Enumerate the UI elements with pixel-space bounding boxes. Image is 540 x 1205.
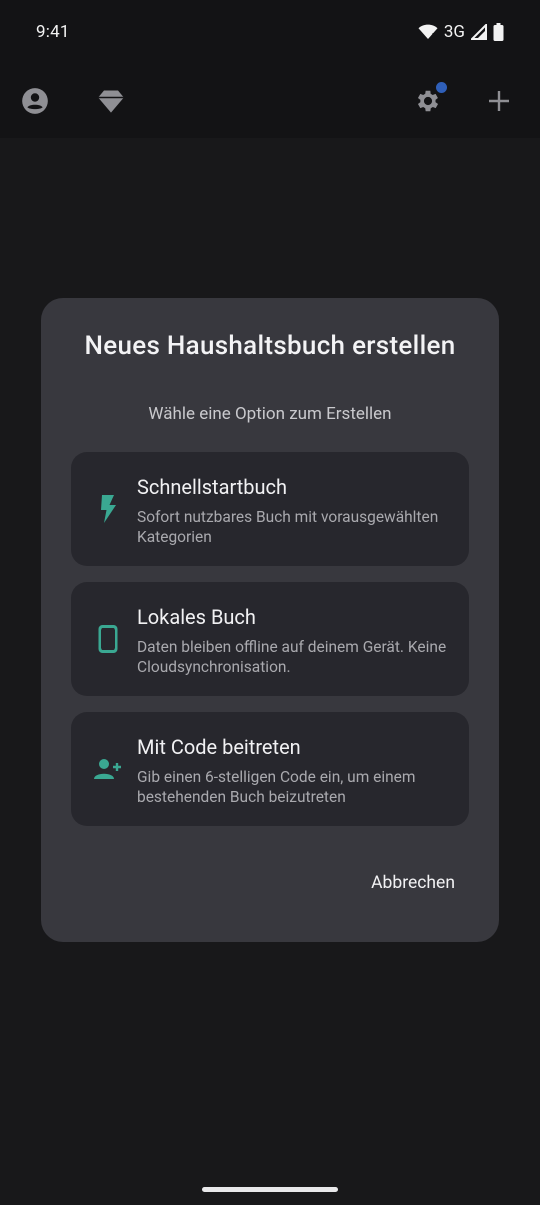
phone-icon <box>93 582 123 696</box>
add-person-icon <box>91 712 125 826</box>
dialog-title: Neues Haushaltsbuch erstellen <box>84 331 456 361</box>
account-icon[interactable] <box>15 81 55 121</box>
option-description: Daten bleiben offline auf deinem Gerät. … <box>137 638 447 676</box>
battery-icon <box>493 23 504 41</box>
settings-icon[interactable] <box>408 81 448 121</box>
signal-icon <box>471 24 487 40</box>
option-title: Lokales Buch <box>137 605 256 629</box>
option-join-with-code[interactable]: Mit Code beitreten Gib einen 6-stelligen… <box>71 712 469 826</box>
notification-dot <box>436 82 447 93</box>
home-indicator[interactable] <box>202 1187 338 1192</box>
option-title: Schnellstartbuch <box>137 475 288 499</box>
option-quickstart-book[interactable]: Schnellstartbuch Sofort nutzbares Buch m… <box>71 452 469 566</box>
status-icons: 3G <box>418 22 504 42</box>
option-description: Gib einen 6-stelligen Code ein, um einem… <box>137 768 416 806</box>
option-local-book[interactable]: Lokales Buch Daten bleiben offline auf d… <box>71 582 469 696</box>
status-bar: 9:41 3G <box>0 0 540 64</box>
wifi-icon <box>418 24 438 40</box>
cancel-button[interactable]: Abbrechen <box>357 868 469 898</box>
dialog-subtitle: Wähle eine Option zum Erstellen <box>148 404 392 424</box>
option-description: Sofort nutzbares Buch mit vorausgewählte… <box>137 508 439 546</box>
create-book-dialog: Neues Haushaltsbuch erstellen Wähle eine… <box>41 298 499 942</box>
option-title: Mit Code beitreten <box>137 735 301 759</box>
app-bar <box>0 64 540 138</box>
premium-diamond-icon[interactable] <box>91 81 131 121</box>
add-icon[interactable] <box>479 81 519 121</box>
network-type: 3G <box>443 22 465 42</box>
status-time: 9:41 <box>36 22 70 42</box>
lightning-icon <box>93 452 123 566</box>
